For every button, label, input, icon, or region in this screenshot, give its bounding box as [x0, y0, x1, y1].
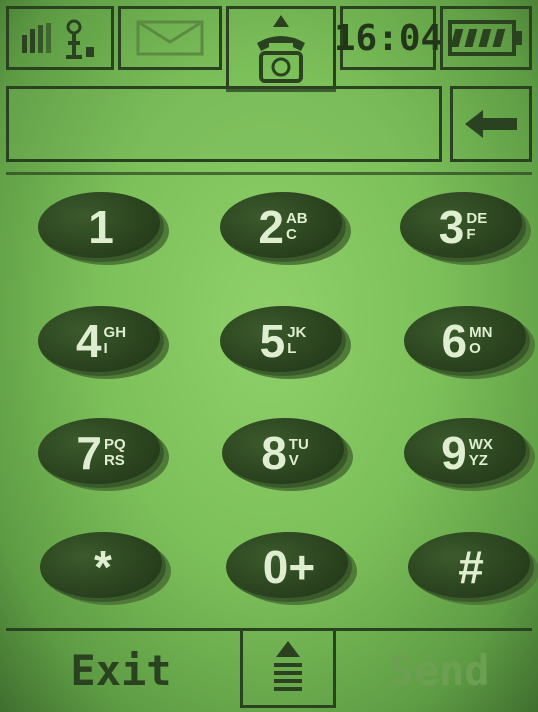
key-letters-bottom: YZ	[468, 452, 488, 469]
key-letters-top: WX	[468, 436, 493, 453]
key-2[interactable]: 2 AB C	[220, 192, 346, 262]
key-letters-top: TU	[288, 436, 309, 453]
backspace-arrow-icon	[465, 110, 517, 138]
clock-cell: 16:04	[334, 6, 442, 70]
key-3[interactable]: 3 DE F	[400, 192, 526, 262]
key-5[interactable]: 5 JK L	[220, 306, 346, 376]
key-letters-top: PQ	[103, 436, 126, 453]
key-6[interactable]: 6 MN O	[404, 306, 530, 376]
key-letters-bottom: RS	[103, 452, 125, 469]
key-letters: MN O	[469, 325, 492, 357]
telephone-icon	[257, 15, 305, 83]
phone-lcd-screen: 16:04 1 2 AB C 3 DE F 4 GH I 5 JK L 6 MN…	[0, 0, 538, 712]
key-letters: PQ RS	[104, 437, 126, 469]
key-digit: 9	[441, 427, 467, 479]
menu-button[interactable]	[240, 628, 336, 708]
key-digit: 6	[441, 315, 468, 367]
send-button[interactable]: Send	[346, 638, 532, 702]
key-0[interactable]: 0+	[226, 532, 352, 602]
signal-cell	[6, 6, 114, 70]
key-digit: 4	[75, 315, 102, 367]
key-letters-bottom: L	[287, 340, 297, 357]
key-letters-bottom: C	[285, 226, 297, 243]
key-letters-bottom: V	[288, 452, 299, 469]
key-7[interactable]: 7 PQ RS	[38, 418, 164, 488]
key-letters: DE F	[466, 211, 487, 243]
battery-icon	[448, 20, 522, 56]
header-divider	[6, 172, 532, 175]
key-letters: WX YZ	[469, 437, 493, 469]
key-letters: GH I	[104, 325, 127, 357]
key-digit: *	[94, 541, 112, 593]
key-letters-top: AB	[285, 210, 308, 227]
key-hash[interactable]: #	[408, 532, 534, 602]
key-letters-top: JK	[287, 324, 307, 341]
key-digit: 3	[438, 201, 465, 253]
key-letters: JK L	[287, 325, 306, 357]
key-letters: AB C	[286, 211, 308, 243]
key-letters: TU V	[289, 437, 309, 469]
dialed-number-field[interactable]	[6, 86, 442, 162]
key-letters-top: GH	[103, 324, 127, 341]
key-star[interactable]: *	[40, 532, 166, 602]
status-bar: 16:04	[6, 6, 532, 92]
key-4[interactable]: 4 GH I	[38, 306, 164, 376]
exit-button[interactable]: Exit	[6, 638, 236, 702]
key-digit: 1	[88, 201, 114, 253]
backspace-button[interactable]	[450, 86, 532, 162]
battery-cell	[440, 6, 532, 70]
dial-input-row	[6, 86, 532, 166]
key-8[interactable]: 8 TU V	[222, 418, 348, 488]
key-letters-bottom: I	[103, 340, 108, 357]
key-digit: 5	[259, 315, 286, 367]
key-letters-bottom: O	[469, 340, 481, 357]
key-digit: 2	[258, 201, 284, 253]
key-digit: #	[458, 541, 484, 593]
key-letters-top: MN	[469, 324, 493, 341]
message-cell	[118, 6, 222, 70]
key-digit: 7	[76, 427, 102, 479]
key-digit: 8	[261, 427, 287, 479]
key-9[interactable]: 9 WX YZ	[404, 418, 530, 488]
key-1[interactable]: 1	[38, 192, 164, 262]
key-digit: 0+	[262, 541, 316, 593]
softkey-bar: Exit Send	[6, 628, 532, 708]
key-letters-bottom: F	[466, 226, 476, 243]
envelope-icon	[136, 20, 204, 56]
call-cell[interactable]	[226, 6, 336, 92]
clock-time: 16:04	[333, 17, 443, 59]
menu-up-icon	[274, 641, 302, 691]
key-letters-top: DE	[466, 210, 488, 227]
signal-antenna-icon	[22, 19, 94, 59]
